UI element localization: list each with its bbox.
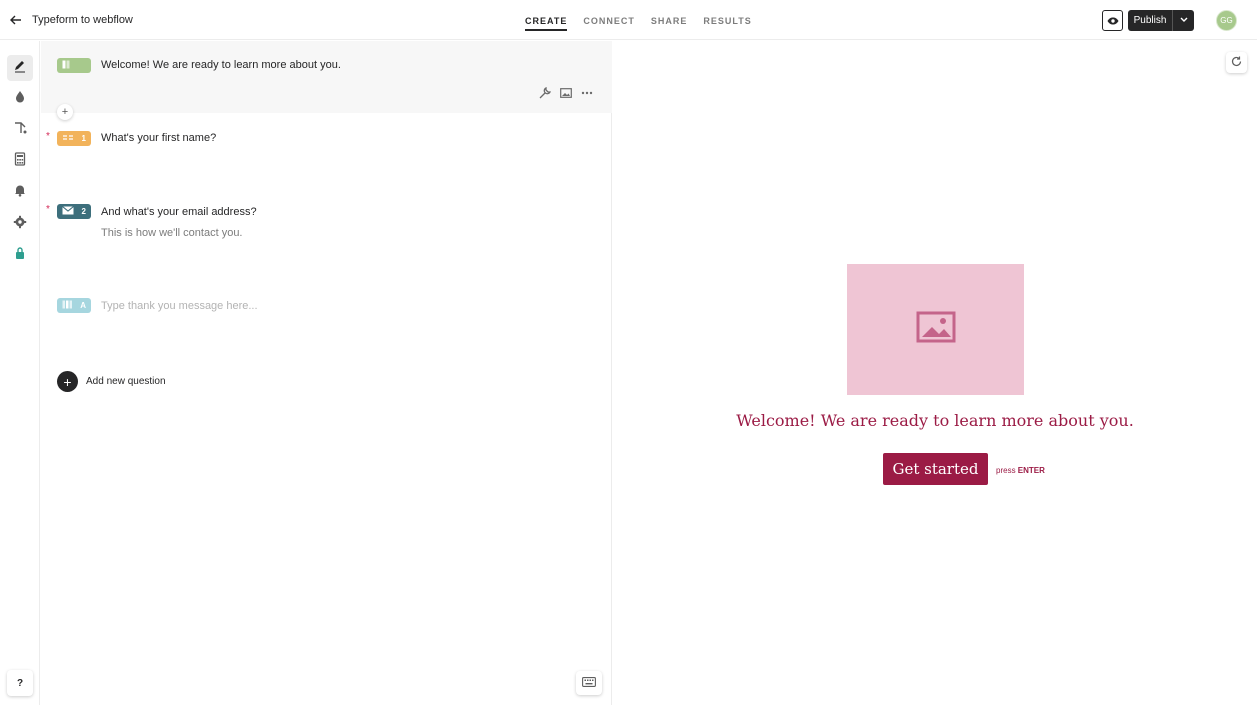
nav-logic[interactable]	[7, 117, 33, 143]
logic-branch-icon	[13, 121, 27, 140]
question-editor: Welcome! We are ready to learn more abou…	[41, 41, 612, 705]
back-arrow-icon[interactable]	[8, 12, 24, 28]
chevron-down-icon	[1180, 15, 1188, 26]
avatar[interactable]: GG	[1216, 10, 1237, 31]
image-icon[interactable]	[560, 86, 572, 104]
refresh-icon	[1231, 54, 1242, 72]
keyboard-shortcuts-button[interactable]	[576, 671, 602, 695]
tab-connect[interactable]: CONNECT	[583, 0, 635, 31]
question-badge-1[interactable]: 1	[57, 131, 91, 146]
calculator-icon	[14, 151, 26, 171]
top-bar: Typeform to webflow CREATE CONNECT SHARE…	[0, 0, 1257, 40]
tab-create[interactable]: CREATE	[525, 0, 568, 31]
main-tabs: CREATE CONNECT SHARE RESULTS	[525, 0, 752, 40]
question-number: 2	[81, 207, 86, 216]
image-placeholder-icon	[916, 311, 956, 348]
nav-design[interactable]	[7, 86, 33, 112]
short-text-icon	[62, 133, 74, 144]
thank-you-badge[interactable]: A	[57, 298, 91, 313]
add-new-question[interactable]: + Add new question	[57, 371, 166, 392]
eye-icon	[1107, 12, 1119, 30]
wrench-icon[interactable]	[539, 86, 552, 104]
form-title[interactable]: Typeform to webflow	[32, 14, 133, 26]
pencil-icon	[13, 59, 27, 78]
question-badge-2[interactable]: 2	[57, 204, 91, 219]
tab-share[interactable]: SHARE	[651, 0, 688, 31]
droplet-icon	[14, 90, 26, 109]
insert-question-button[interactable]: +	[57, 104, 73, 120]
welcome-text[interactable]: Welcome! We are ready to learn more abou…	[101, 59, 341, 71]
welcome-screen-icon	[62, 60, 74, 71]
required-marker: *	[46, 131, 50, 142]
add-new-question-label: Add new question	[86, 376, 166, 387]
thank-you-placeholder[interactable]: Type thank you message here...	[101, 300, 258, 312]
welcome-badge	[57, 58, 91, 73]
plus-icon: +	[57, 371, 78, 392]
help-button[interactable]: ?	[7, 670, 33, 696]
publish-button-group: Publish	[1128, 10, 1194, 31]
press-enter-hint: press ENTER	[996, 466, 1045, 475]
welcome-screen-row[interactable]: Welcome! We are ready to learn more abou…	[41, 41, 612, 113]
publish-button[interactable]: Publish	[1128, 10, 1173, 31]
required-marker: *	[46, 204, 50, 215]
side-nav: ?	[0, 41, 40, 705]
thank-you-screen-icon	[62, 300, 74, 311]
nav-access[interactable]	[7, 242, 33, 268]
nav-calculator[interactable]	[7, 148, 33, 174]
press-key: ENTER	[1017, 466, 1045, 475]
get-started-button[interactable]: Get started	[883, 453, 988, 485]
gear-icon	[13, 215, 27, 234]
form-preview: Welcome! We are ready to learn more abou…	[613, 41, 1257, 705]
bell-icon	[14, 183, 26, 202]
preview-eye-button[interactable]	[1102, 10, 1123, 31]
question-text-2[interactable]: And what's your email address?	[101, 206, 257, 218]
welcome-tools	[539, 86, 593, 104]
more-options-icon[interactable]	[581, 86, 593, 104]
keyboard-icon	[582, 674, 596, 692]
question-subtext-2[interactable]: This is how we'll contact you.	[101, 227, 243, 239]
publish-dropdown-button[interactable]	[1173, 10, 1194, 31]
nav-notifications[interactable]	[7, 179, 33, 205]
press-prefix: press	[996, 466, 1016, 475]
nav-content[interactable]	[7, 55, 33, 81]
lock-icon	[14, 246, 26, 265]
tab-results[interactable]: RESULTS	[703, 0, 751, 31]
welcome-image-placeholder	[847, 264, 1024, 395]
nav-settings[interactable]	[7, 211, 33, 237]
question-number: 1	[81, 134, 86, 143]
thank-you-letter: A	[80, 301, 86, 310]
question-text-1[interactable]: What's your first name?	[101, 132, 216, 144]
preview-welcome-text: Welcome! We are ready to learn more abou…	[736, 411, 1134, 430]
refresh-preview-button[interactable]	[1226, 52, 1247, 73]
email-icon	[62, 206, 74, 217]
